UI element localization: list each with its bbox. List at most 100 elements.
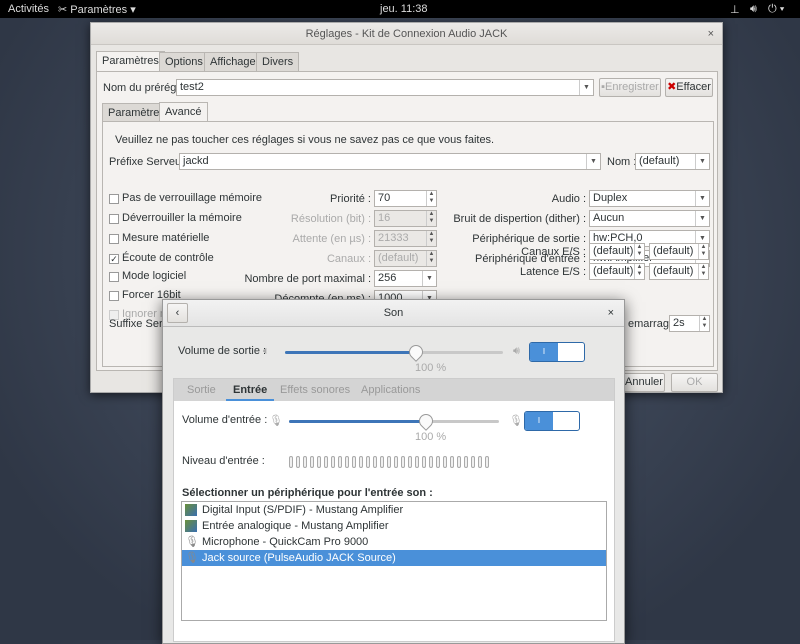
tab-applications[interactable]: Applications	[361, 379, 420, 401]
level-bar	[352, 456, 356, 468]
io-latency-label: Latence E/S :	[519, 266, 586, 278]
io-latency-out[interactable]: (default) ▲ ▼	[649, 263, 709, 280]
input-volume-slider[interactable]	[289, 411, 499, 431]
output-mute-switch[interactable]: I	[529, 342, 585, 362]
checkbox-0[interactable]	[109, 194, 119, 204]
device-name: Jack source (PulseAudio JACK Source)	[202, 552, 396, 564]
level-bar	[422, 456, 426, 468]
param-label: Canaux :	[326, 253, 371, 265]
device-item[interactable]: 🎙︎ Microphone - QuickCam Pro 9000	[182, 534, 606, 550]
device-name: Microphone - QuickCam Pro 9000	[202, 536, 369, 548]
checkbox-4[interactable]	[109, 272, 119, 282]
checkbox-label: Écoute de contrôle	[122, 252, 214, 264]
level-bar	[338, 456, 342, 468]
io-channels-in[interactable]: (default) ▲ ▼	[589, 243, 645, 260]
audio-combo-1[interactable]: Aucun ▼	[589, 210, 710, 227]
output-volume-slider[interactable]	[285, 342, 503, 362]
checkbox-2[interactable]	[109, 234, 119, 244]
name-label: Nom :	[607, 156, 637, 168]
level-bar	[471, 456, 475, 468]
input-pct-mark: 100 %	[415, 431, 447, 443]
level-bar	[415, 456, 419, 468]
startup-spin[interactable]: 2s ▲ ▼	[669, 315, 710, 332]
prefix-combo[interactable]: jackd ▼	[179, 153, 601, 170]
level-bar	[450, 456, 454, 468]
preset-combo[interactable]: test2 ▼	[176, 79, 594, 96]
checkbox-1[interactable]	[109, 214, 119, 224]
close-icon[interactable]: ×	[608, 300, 614, 327]
tab-divers[interactable]: Divers	[256, 52, 300, 71]
ok-button[interactable]: OK	[671, 373, 718, 392]
volume-icon[interactable]: 🔊︎	[750, 3, 757, 16]
io-channels-out[interactable]: (default) ▲ ▼	[649, 243, 709, 260]
level-bar	[387, 456, 391, 468]
level-bar	[345, 456, 349, 468]
close-icon[interactable]: ×	[708, 23, 714, 45]
back-button[interactable]: ‹	[167, 303, 188, 323]
level-bar	[324, 456, 328, 468]
tab-affichage[interactable]: Affichage	[204, 52, 262, 71]
input-device-list[interactable]: Digital Input (S/PDIF) - Mustang Amplifi…	[181, 501, 607, 621]
app-menu[interactable]: ✂ Paramètres ▾	[58, 3, 136, 16]
level-bar	[478, 456, 482, 468]
sound-notebook: Sortie Entrée Effets sonores Application…	[173, 378, 615, 642]
tab-effets-sonores[interactable]: Effets sonores	[280, 379, 350, 401]
audio-label: Bruit de dispertion (dither) :	[453, 213, 586, 225]
param-label: Nombre de port maximal :	[244, 273, 371, 285]
param-label: Résolution (bit) :	[290, 213, 371, 225]
volume-low-icon: 🔈︎	[263, 345, 270, 357]
device-item[interactable]: 🎙︎ Jack source (PulseAudio JACK Source)	[182, 550, 606, 566]
output-volume-label: Volume de sortie :	[178, 345, 267, 357]
sound-header: ‹ Son ×	[163, 300, 624, 327]
level-bar	[380, 456, 384, 468]
checkbox-label: Mesure matérielle	[122, 232, 210, 244]
device-name: Entrée analogique - Mustang Amplifier	[202, 520, 389, 532]
cancel-button[interactable]: Annuler	[623, 373, 665, 392]
level-bar	[373, 456, 377, 468]
tab-options[interactable]: Options	[159, 52, 209, 71]
microphone-low-icon: 🎙︎	[269, 415, 283, 427]
device-item[interactable]: Digital Input (S/PDIF) - Mustang Amplifi…	[182, 502, 606, 518]
audio-label: Audio :	[551, 193, 586, 205]
sound-tabs: Sortie Entrée Effets sonores Application…	[174, 379, 614, 401]
io-latency-in[interactable]: (default) ▲ ▼	[589, 263, 645, 280]
name-combo[interactable]: (default) ▼	[635, 153, 710, 170]
activities-button[interactable]: Activités	[8, 3, 49, 15]
tab-sortie[interactable]: Sortie	[187, 379, 216, 401]
level-bar	[331, 456, 335, 468]
network-icon[interactable]: ⊥	[730, 3, 740, 16]
level-bar	[401, 456, 405, 468]
tab-parametres[interactable]: Paramètres	[96, 51, 165, 71]
sound-dialog: ‹ Son × Volume de sortie : 🔈︎ 100 % 🔊︎ I…	[162, 299, 625, 644]
device-item[interactable]: Entrée analogique - Mustang Amplifier	[182, 518, 606, 534]
audio-combo-0[interactable]: Duplex ▼	[589, 190, 710, 207]
chevron-left-icon: ‹	[175, 307, 180, 319]
level-bar	[485, 456, 489, 468]
delete-button[interactable]: ✖Effacer	[665, 78, 713, 97]
level-bar	[464, 456, 468, 468]
delete-icon: ✖	[667, 81, 677, 93]
save-button[interactable]: ▪Enregistrer	[599, 78, 661, 97]
level-bar	[436, 456, 440, 468]
level-bar	[289, 456, 293, 468]
tab-entree[interactable]: Entrée	[226, 379, 275, 401]
checkbox-3[interactable]: ✓	[109, 254, 119, 264]
param-label: Priorité :	[330, 193, 371, 205]
checkbox-5[interactable]	[109, 291, 119, 301]
param-field-4[interactable]: 256 ▼	[374, 270, 437, 287]
output-pct-mark: 100 %	[415, 362, 447, 374]
level-bar	[457, 456, 461, 468]
io-channels-label: Canaux E/S :	[521, 246, 586, 258]
subtab-avance[interactable]: Avancé	[159, 102, 208, 122]
microphone-high-icon: 🎙︎	[509, 415, 523, 427]
top-bar: Activités ✂ Paramètres ▾ jeu. 11:38 ⊥ 🔊︎…	[0, 0, 800, 18]
audio-label: Périphérique de sortie :	[472, 233, 586, 245]
power-icon[interactable]: ⏻ ▾	[768, 3, 784, 16]
volume-high-icon: 🔊︎	[513, 345, 520, 357]
level-bar	[296, 456, 300, 468]
level-bar	[366, 456, 370, 468]
clock[interactable]: jeu. 11:38	[380, 3, 428, 15]
device-name: Digital Input (S/PDIF) - Mustang Amplifi…	[202, 504, 404, 516]
level-bar	[429, 456, 433, 468]
input-mute-switch[interactable]: I	[524, 411, 580, 431]
